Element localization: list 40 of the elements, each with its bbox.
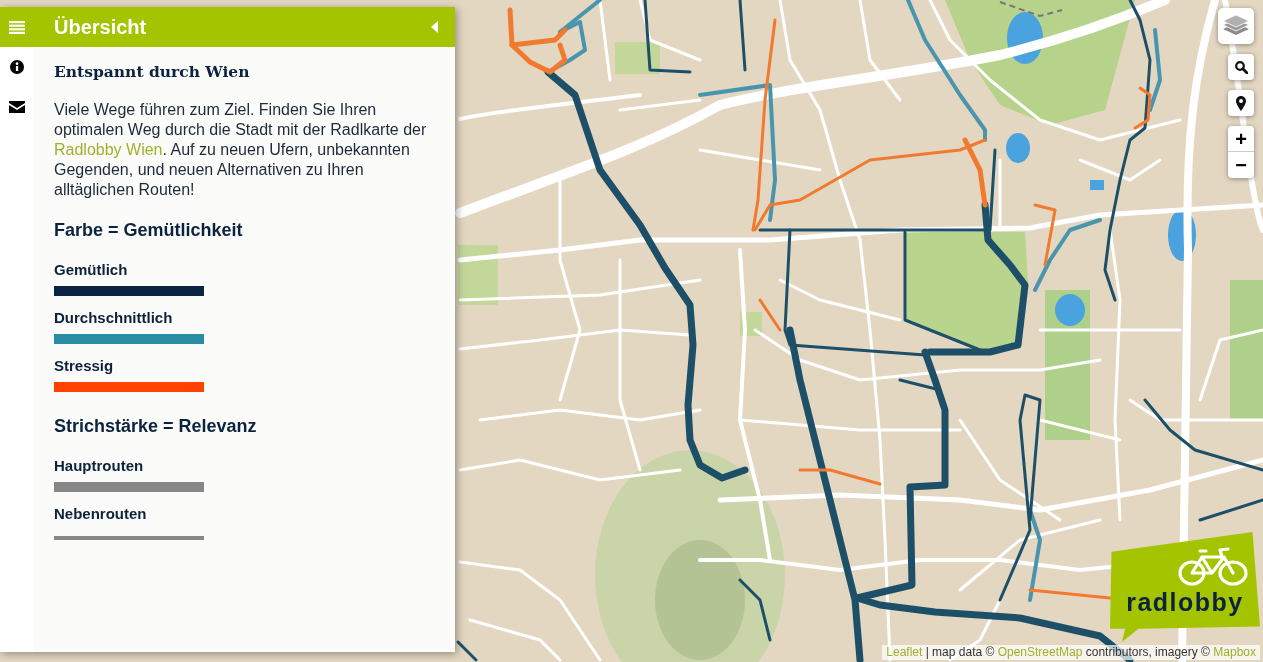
legend-label: Durchschnittlich [54, 308, 173, 328]
legend-label: Stressig [54, 356, 114, 376]
pond-shape [1168, 209, 1196, 261]
legend-heading: Strichstärke = Relevanz [54, 415, 257, 438]
line-swatch-icon [54, 536, 204, 540]
legend-label: Nebenrouten [54, 504, 147, 524]
intro-paragraph: Viele Wege führen zum Ziel. Finden Sie Ihren optimalen Weg durch die Stadt mit der Radlkarte der Radlobby Wien. Auf zu neuen Ufern, unbekannten Gegenden, und neuen Alternativen zu Ihren alltäglichen Routen! [54, 100, 428, 200]
park-area [615, 42, 660, 74]
zoom-in-button[interactable]: + [1228, 126, 1254, 152]
bicycle-icon [1178, 546, 1248, 586]
bike-route [1198, 498, 1263, 522]
attribution-link[interactable]: Leaflet [886, 645, 923, 659]
pond-shape [1007, 12, 1043, 64]
info-icon [9, 60, 24, 74]
pond-shape [1055, 294, 1085, 326]
legend-label: Gemütlich [54, 260, 128, 280]
menu-icon [8, 20, 25, 34]
legend-label: Hauptrouten [54, 456, 144, 476]
pane-title: Übersicht [54, 17, 147, 37]
line-swatch-icon [54, 482, 204, 492]
radlobby-link[interactable]: Radlobby Wien [54, 141, 163, 158]
attribution-link[interactable]: OpenStreetMap [997, 645, 1083, 659]
pond-shape [1006, 133, 1030, 163]
pond-shape [1090, 180, 1104, 190]
envelope-icon [8, 101, 25, 113]
bike-route [738, 578, 772, 642]
attribution-text: Leaflet | map data © OpenStreetMap contributors, imagery © Mapbox [882, 645, 1260, 660]
legend-heading: Farbe = Gemütlichkeit [54, 219, 243, 242]
locate-button[interactable] [1228, 90, 1254, 116]
boundary-line [999, 1, 1063, 18]
search-icon [1234, 60, 1248, 74]
bike-route [456, 640, 478, 662]
pane-heading: Entspannt durch Wien [54, 61, 250, 83]
map-pin-icon [1236, 95, 1246, 111]
layers-button[interactable] [1218, 8, 1254, 44]
layers-icon [1223, 15, 1249, 37]
zoom-out-button[interactable]: − [1228, 152, 1254, 178]
search-button[interactable] [1228, 54, 1254, 80]
attribution-link[interactable]: Mapbox [1213, 645, 1256, 659]
logo-text: radlobby [1126, 590, 1244, 615]
